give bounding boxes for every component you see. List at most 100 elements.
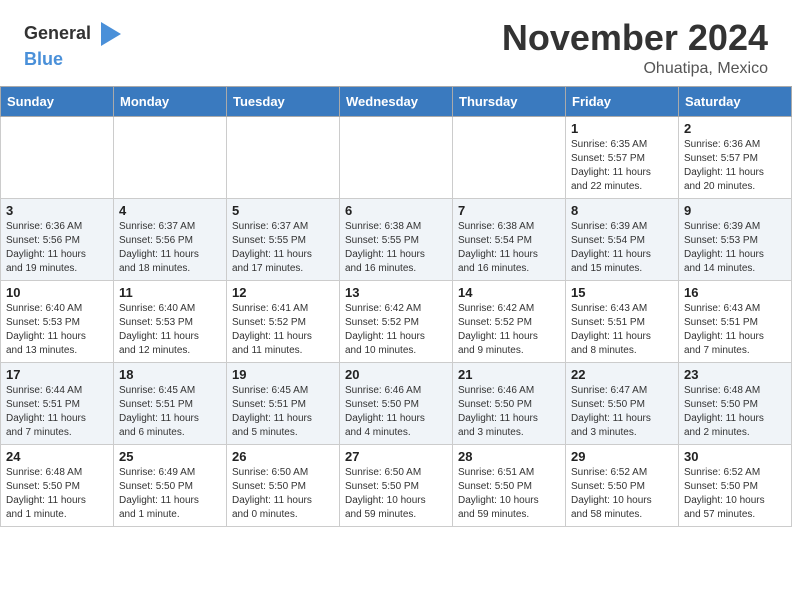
calendar-cell: 9 Sunrise: 6:39 AMSunset: 5:53 PMDaylight… xyxy=(679,198,792,280)
calendar-cell xyxy=(1,116,114,198)
day-number: 27 xyxy=(345,449,447,464)
calendar: SundayMondayTuesdayWednesdayThursdayFrid… xyxy=(0,86,792,527)
day-number: 16 xyxy=(684,285,786,300)
calendar-cell: 8 Sunrise: 6:39 AMSunset: 5:54 PMDaylight… xyxy=(566,198,679,280)
day-info: Sunrise: 6:45 AMSunset: 5:51 PMDaylight:… xyxy=(232,384,334,440)
day-info: Sunrise: 6:35 AMSunset: 5:57 PMDaylight:… xyxy=(571,138,673,194)
col-header-friday: Friday xyxy=(566,86,679,116)
calendar-cell: 21 Sunrise: 6:46 AMSunset: 5:50 PMDayligh… xyxy=(453,362,566,444)
calendar-cell: 15Sunrise: 6:43 AMSunset: 5:51 PMDayligh… xyxy=(566,280,679,362)
day-info: Sunrise: 6:49 AMSunset: 5:50 PMDaylight:… xyxy=(119,466,221,522)
day-number: 12 xyxy=(232,285,334,300)
day-number: 3 xyxy=(6,203,108,218)
day-info: Sunrise: 6:40 AMSunset: 5:53 PMDaylight:… xyxy=(119,302,221,358)
day-info: Sunrise: 6:36 AMSunset: 5:57 PMDaylight:… xyxy=(684,138,786,194)
day-number: 7 xyxy=(458,203,560,218)
calendar-cell: 20 Sunrise: 6:46 AMSunset: 5:50 PMDayligh… xyxy=(340,362,453,444)
day-number: 2 xyxy=(684,121,786,136)
day-info: Sunrise: 6:50 AMSunset: 5:50 PMDaylight:… xyxy=(345,466,447,522)
calendar-week-3: 10 Sunrise: 6:40 AMSunset: 5:53 PMDayligh… xyxy=(1,280,792,362)
day-info: Sunrise: 6:44 AMSunset: 5:51 PMDaylight:… xyxy=(6,384,108,440)
day-number: 1 xyxy=(571,121,673,136)
day-info: Sunrise: 6:37 AMSunset: 5:55 PMDaylight:… xyxy=(232,220,334,276)
day-info: Sunrise: 6:51 AMSunset: 5:50 PMDaylight:… xyxy=(458,466,560,522)
calendar-week-5: 24Sunrise: 6:48 AMSunset: 5:50 PMDayligh… xyxy=(1,444,792,526)
calendar-cell: 27 Sunrise: 6:50 AMSunset: 5:50 PMDayligh… xyxy=(340,444,453,526)
day-number: 14 xyxy=(458,285,560,300)
calendar-cell: 5Sunrise: 6:37 AMSunset: 5:55 PMDaylight… xyxy=(227,198,340,280)
col-header-sunday: Sunday xyxy=(1,86,114,116)
day-info: Sunrise: 6:48 AMSunset: 5:50 PMDaylight:… xyxy=(684,384,786,440)
day-number: 25 xyxy=(119,449,221,464)
calendar-cell xyxy=(340,116,453,198)
col-header-tuesday: Tuesday xyxy=(227,86,340,116)
day-number: 21 xyxy=(458,367,560,382)
day-number: 29 xyxy=(571,449,673,464)
day-number: 8 xyxy=(571,203,673,218)
day-number: 18 xyxy=(119,367,221,382)
calendar-cell: 2 Sunrise: 6:36 AMSunset: 5:57 PMDaylight… xyxy=(679,116,792,198)
calendar-cell: 10 Sunrise: 6:40 AMSunset: 5:53 PMDayligh… xyxy=(1,280,114,362)
calendar-cell: 26 Sunrise: 6:50 AMSunset: 5:50 PMDayligh… xyxy=(227,444,340,526)
day-number: 11 xyxy=(119,285,221,300)
calendar-cell: 22 Sunrise: 6:47 AMSunset: 5:50 PMDayligh… xyxy=(566,362,679,444)
calendar-cell xyxy=(114,116,227,198)
calendar-cell: 3Sunrise: 6:36 AMSunset: 5:56 PMDaylight… xyxy=(1,198,114,280)
logo-blue: Blue xyxy=(24,50,63,70)
logo: General Blue xyxy=(24,18,125,70)
calendar-week-1: 1 Sunrise: 6:35 AMSunset: 5:57 PMDaylight… xyxy=(1,116,792,198)
day-number: 17 xyxy=(6,367,108,382)
calendar-cell: 29 Sunrise: 6:52 AMSunset: 5:50 PMDayligh… xyxy=(566,444,679,526)
calendar-cell: 24Sunrise: 6:48 AMSunset: 5:50 PMDayligh… xyxy=(1,444,114,526)
day-info: Sunrise: 6:47 AMSunset: 5:50 PMDaylight:… xyxy=(571,384,673,440)
calendar-cell xyxy=(453,116,566,198)
day-info: Sunrise: 6:39 AMSunset: 5:54 PMDaylight:… xyxy=(571,220,673,276)
day-info: Sunrise: 6:46 AMSunset: 5:50 PMDaylight:… xyxy=(345,384,447,440)
calendar-cell: 11 Sunrise: 6:40 AMSunset: 5:53 PMDayligh… xyxy=(114,280,227,362)
calendar-cell: 17 Sunrise: 6:44 AMSunset: 5:51 PMDayligh… xyxy=(1,362,114,444)
calendar-cell: 14Sunrise: 6:42 AMSunset: 5:52 PMDayligh… xyxy=(453,280,566,362)
day-info: Sunrise: 6:38 AMSunset: 5:54 PMDaylight:… xyxy=(458,220,560,276)
calendar-week-2: 3Sunrise: 6:36 AMSunset: 5:56 PMDaylight… xyxy=(1,198,792,280)
day-info: Sunrise: 6:43 AMSunset: 5:51 PMDaylight:… xyxy=(571,302,673,358)
day-number: 28 xyxy=(458,449,560,464)
calendar-cell: 4Sunrise: 6:37 AMSunset: 5:56 PMDaylight… xyxy=(114,198,227,280)
day-info: Sunrise: 6:40 AMSunset: 5:53 PMDaylight:… xyxy=(6,302,108,358)
col-header-saturday: Saturday xyxy=(679,86,792,116)
header: General Blue November 2024 Ohuatipa, Mex… xyxy=(0,0,792,86)
day-number: 26 xyxy=(232,449,334,464)
day-info: Sunrise: 6:43 AMSunset: 5:51 PMDaylight:… xyxy=(684,302,786,358)
calendar-cell: 6 Sunrise: 6:38 AMSunset: 5:55 PMDaylight… xyxy=(340,198,453,280)
calendar-cell: 16 Sunrise: 6:43 AMSunset: 5:51 PMDayligh… xyxy=(679,280,792,362)
day-info: Sunrise: 6:46 AMSunset: 5:50 PMDaylight:… xyxy=(458,384,560,440)
day-number: 9 xyxy=(684,203,786,218)
col-header-monday: Monday xyxy=(114,86,227,116)
day-info: Sunrise: 6:52 AMSunset: 5:50 PMDaylight:… xyxy=(571,466,673,522)
calendar-week-4: 17 Sunrise: 6:44 AMSunset: 5:51 PMDayligh… xyxy=(1,362,792,444)
calendar-cell: 18Sunrise: 6:45 AMSunset: 5:51 PMDayligh… xyxy=(114,362,227,444)
calendar-cell xyxy=(227,116,340,198)
day-info: Sunrise: 6:50 AMSunset: 5:50 PMDaylight:… xyxy=(232,466,334,522)
day-number: 4 xyxy=(119,203,221,218)
day-number: 6 xyxy=(345,203,447,218)
day-info: Sunrise: 6:48 AMSunset: 5:50 PMDaylight:… xyxy=(6,466,108,522)
day-number: 19 xyxy=(232,367,334,382)
day-info: Sunrise: 6:38 AMSunset: 5:55 PMDaylight:… xyxy=(345,220,447,276)
day-info: Sunrise: 6:39 AMSunset: 5:53 PMDaylight:… xyxy=(684,220,786,276)
calendar-header-row: SundayMondayTuesdayWednesdayThursdayFrid… xyxy=(1,86,792,116)
calendar-cell: 13Sunrise: 6:42 AMSunset: 5:52 PMDayligh… xyxy=(340,280,453,362)
day-number: 20 xyxy=(345,367,447,382)
col-header-thursday: Thursday xyxy=(453,86,566,116)
day-number: 22 xyxy=(571,367,673,382)
title-block: November 2024 Ohuatipa, Mexico xyxy=(502,18,768,78)
month-title: November 2024 xyxy=(502,18,768,58)
calendar-cell: 19 Sunrise: 6:45 AMSunset: 5:51 PMDayligh… xyxy=(227,362,340,444)
calendar-cell: 23 Sunrise: 6:48 AMSunset: 5:50 PMDayligh… xyxy=(679,362,792,444)
logo-icon xyxy=(93,18,125,50)
calendar-cell: 12Sunrise: 6:41 AMSunset: 5:52 PMDayligh… xyxy=(227,280,340,362)
day-number: 10 xyxy=(6,285,108,300)
calendar-cell: 30Sunrise: 6:52 AMSunset: 5:50 PMDayligh… xyxy=(679,444,792,526)
day-number: 23 xyxy=(684,367,786,382)
logo-general: General xyxy=(24,24,91,44)
day-info: Sunrise: 6:52 AMSunset: 5:50 PMDaylight:… xyxy=(684,466,786,522)
